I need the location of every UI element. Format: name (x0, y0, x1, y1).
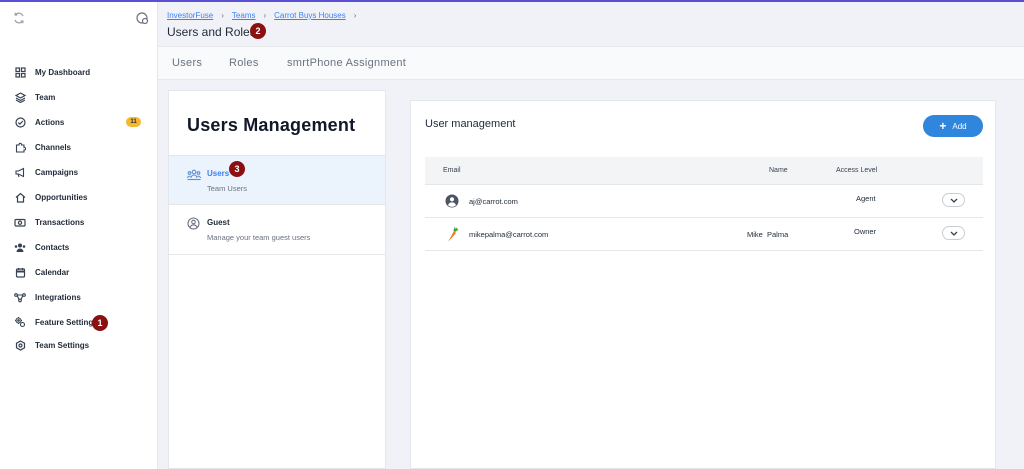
sidebar-item-label: Transactions (35, 217, 85, 227)
user-name: Mike Palma (747, 230, 789, 239)
page-title: Users and Roles (167, 25, 256, 39)
management-item-title: Guest (207, 218, 230, 227)
sidebar-item-feature-settings[interactable]: Feature Settings (0, 311, 158, 333)
sidebar-item-my-dashboard[interactable]: My Dashboard (0, 61, 158, 83)
user-access-level: Agent (856, 194, 876, 203)
calendar-icon (14, 266, 26, 278)
home-icon (14, 191, 26, 203)
sidebar-item-integrations[interactable]: Integrations (0, 286, 158, 308)
carrot-icon (445, 227, 459, 242)
plus-icon: + (939, 119, 947, 133)
management-item-subtitle: Manage your team guest users (207, 233, 311, 242)
chat-icon[interactable] (135, 11, 149, 25)
user-email: aj@carrot.com (469, 197, 518, 206)
sidebar-item-label: Contacts (35, 242, 70, 252)
user-circle-outline-icon (187, 217, 200, 230)
sidebar-item-label: Integrations (35, 292, 81, 302)
sidebar-item-team-settings[interactable]: Team Settings (0, 334, 158, 356)
breadcrumb-teams[interactable]: Teams (232, 11, 256, 20)
actions-count-badge: 11 (126, 117, 141, 127)
user-circle-icon (445, 194, 459, 208)
users-group-icon (186, 168, 202, 181)
management-item-guest[interactable]: Guest Manage your team guest users (169, 205, 385, 255)
user-management-title: User management (425, 118, 516, 130)
money-icon (14, 216, 26, 228)
check-circle-icon (14, 116, 26, 128)
breadcrumb-carrot-buys-houses[interactable]: Carrot Buys Houses (274, 11, 346, 20)
sidebar-item-label: Actions (35, 117, 65, 127)
user-management-panel: User management + Add Email Name Access … (410, 100, 996, 469)
chevron-down-icon (950, 198, 957, 203)
integrations-icon (14, 291, 26, 303)
add-user-button[interactable]: + Add (923, 115, 983, 137)
sidebar-top (0, 2, 158, 38)
sync-icon[interactable] (12, 11, 26, 25)
management-item-title: Users (207, 169, 230, 178)
megaphone-icon (14, 166, 26, 178)
users-management-title: Users Management (187, 115, 356, 135)
table-row[interactable]: aj@carrot.com Agent (425, 185, 983, 218)
sidebar-item-channels[interactable]: Channels (0, 136, 158, 158)
chevron-right-icon: › (221, 11, 224, 20)
table-header: Email Name Access Level (425, 157, 983, 185)
dashboard-icon (14, 66, 26, 78)
sidebar-item-label: Campaigns (35, 167, 79, 177)
annotation-marker-3: 3 (229, 161, 245, 177)
page-header: InvestorFuse › Teams › Carrot Buys House… (158, 2, 1024, 46)
column-header-email: Email (443, 167, 461, 174)
sidebar-item-team[interactable]: Team (0, 86, 158, 108)
chevron-right-icon: › (263, 11, 267, 20)
sidebar-item-label: Calendar (35, 267, 70, 277)
contacts-icon (14, 241, 26, 253)
sidebar-item-label: Channels (35, 142, 72, 152)
column-header-access-level: Access Level (836, 167, 878, 174)
sidebar-item-opportunities[interactable]: Opportunities (0, 186, 158, 208)
gears-icon (14, 316, 26, 328)
sidebar-item-calendar[interactable]: Calendar (0, 261, 158, 283)
breadcrumb: InvestorFuse › Teams › Carrot Buys House… (167, 11, 364, 20)
column-header-name: Name (769, 167, 788, 174)
sidebar-item-actions[interactable]: Actions 11 (0, 111, 158, 133)
sidebar-item-label: Team Settings (35, 340, 90, 350)
add-button-label: Add (952, 121, 967, 131)
annotation-marker-1: 1 (92, 315, 108, 331)
sidebar-item-contacts[interactable]: Contacts (0, 236, 158, 258)
management-item-users[interactable]: Users Team Users (169, 155, 385, 205)
breadcrumb-investorfuse[interactable]: InvestorFuse (167, 11, 213, 20)
sidebar-item-label: Opportunities (35, 192, 88, 202)
row-expand-button[interactable] (942, 226, 965, 240)
tab-roles[interactable]: Roles (229, 57, 259, 69)
layers-icon (14, 91, 26, 103)
sidebar: My Dashboard Team Actions 11 Channels Ca… (0, 2, 158, 469)
sidebar-item-label: Feature Settings (35, 317, 98, 327)
sidebar-item-transactions[interactable]: Transactions (0, 211, 158, 233)
management-item-subtitle: Team Users (207, 184, 248, 193)
tab-users[interactable]: Users (172, 57, 202, 69)
chevron-down-icon (950, 231, 957, 236)
sidebar-item-label: Team (35, 92, 56, 102)
sidebar-item-campaigns[interactable]: Campaigns (0, 161, 158, 183)
user-email: mikepalma@carrot.com (469, 230, 549, 239)
tab-bar: Users Roles smrtPhone Assignment (158, 46, 1024, 80)
user-access-level: Owner (854, 227, 877, 236)
users-management-panel: Users Management Users Team Users Guest … (168, 90, 386, 469)
hexagon-gear-icon (14, 339, 26, 351)
tab-smrtphone-assignment[interactable]: smrtPhone Assignment (287, 57, 406, 69)
row-expand-button[interactable] (942, 193, 965, 207)
annotation-marker-2: 2 (250, 23, 266, 39)
sidebar-item-label: My Dashboard (35, 67, 91, 77)
chevron-right-icon: › (353, 11, 357, 20)
table-row[interactable]: mikepalma@carrot.com Mike Palma Owner (425, 218, 983, 251)
puzzle-icon (14, 141, 26, 153)
